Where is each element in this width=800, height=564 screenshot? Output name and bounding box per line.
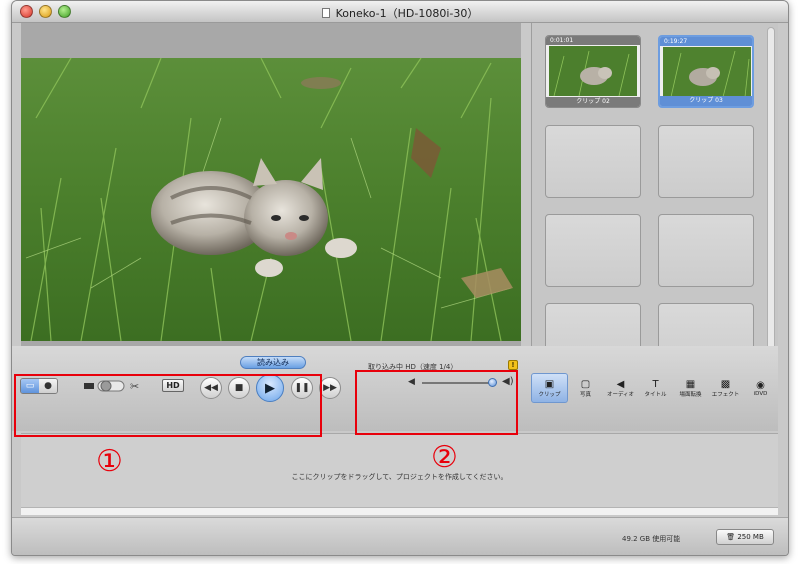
timeline-scrubber[interactable] bbox=[21, 507, 778, 515]
empty-clip-slot[interactable] bbox=[545, 125, 641, 198]
trash-icon: 🗑 bbox=[726, 533, 738, 541]
tab-transitions[interactable]: ▦ 場面転換 bbox=[673, 373, 708, 403]
kitten-video-frame bbox=[21, 58, 521, 341]
annotation-marker-2: ② bbox=[431, 440, 458, 475]
effect-icon: ▩ bbox=[720, 378, 731, 390]
timeline-hint: ここにクリップをドラッグして、プロジェクトを作成してください。 bbox=[291, 473, 508, 481]
trash-button[interactable]: 🗑 250 MB bbox=[716, 529, 774, 545]
tab-idvd[interactable]: ◉ iDVD bbox=[743, 373, 778, 403]
annotation-box-1 bbox=[14, 374, 322, 437]
clip-thumbnail bbox=[663, 47, 751, 97]
clip-timecode: 0:19:27 bbox=[660, 37, 752, 46]
clip-item[interactable]: 0:01:01 クリップ 02 bbox=[545, 35, 641, 108]
title-bar[interactable]: Koneko-1（HD-1080i-30） bbox=[12, 1, 788, 23]
clip-name: クリップ 02 bbox=[546, 97, 640, 107]
video-preview[interactable] bbox=[21, 58, 521, 341]
clip-viewer-timeline[interactable]: ここにクリップをドラッグして、プロジェクトを作成してください。 bbox=[21, 433, 778, 515]
clip-timecode: 0:01:01 bbox=[546, 36, 640, 45]
clip-pane: 0:01:01 クリップ 02 0:19:27 クリップ 03 bbox=[531, 23, 778, 376]
fast-forward-icon[interactable]: ▶▶ bbox=[319, 377, 341, 399]
window-title: Koneko-1（HD-1080i-30） bbox=[12, 5, 788, 21]
video-viewer bbox=[21, 23, 521, 368]
empty-clip-slot[interactable] bbox=[658, 214, 754, 287]
photo-icon: ▢ bbox=[580, 378, 591, 390]
tab-effects[interactable]: ▩ エフェクト bbox=[708, 373, 743, 403]
free-space-label: 49.2 GB 使用可能 bbox=[622, 535, 681, 543]
status-bar: 49.2 GB 使用可能 🗑 250 MB bbox=[12, 517, 788, 555]
tab-clips[interactable]: ▣ クリップ bbox=[531, 373, 568, 403]
imovie-window: Koneko-1（HD-1080i-30） 0:01:01 クリップ 02 0:… bbox=[11, 0, 789, 556]
annotation-box-2 bbox=[355, 370, 518, 435]
clip-thumbnail bbox=[549, 46, 637, 96]
import-button[interactable]: 読み込み bbox=[240, 356, 306, 369]
title-icon: T bbox=[652, 378, 659, 390]
clip-pane-scrollbar[interactable] bbox=[767, 27, 775, 357]
document-icon bbox=[321, 8, 330, 18]
empty-clip-slot[interactable] bbox=[545, 214, 641, 287]
transition-icon: ▦ bbox=[685, 378, 696, 390]
window-title-text: Koneko-1（HD-1080i-30） bbox=[335, 7, 479, 20]
annotation-marker-1: ① bbox=[96, 444, 123, 479]
clip-icon: ▣ bbox=[544, 378, 555, 390]
audio-icon: ◀ bbox=[616, 378, 625, 390]
tab-audio[interactable]: ◀ オーディオ bbox=[603, 373, 638, 403]
clip-item-selected[interactable]: 0:19:27 クリップ 03 bbox=[658, 35, 754, 108]
pane-tab-bar: ▣ クリップ ▢ 写真 ◀ オーディオ T タイトル ▦ 場面転換 ▩ エフェクト ◉ iDV… bbox=[531, 373, 778, 403]
empty-clip-slot[interactable] bbox=[658, 125, 754, 198]
tab-photos[interactable]: ▢ 写真 bbox=[568, 373, 603, 403]
warning-icon: ! bbox=[508, 360, 518, 370]
tab-titles[interactable]: T タイトル bbox=[638, 373, 673, 403]
clip-name: クリップ 03 bbox=[660, 96, 752, 106]
idvd-icon: ◉ bbox=[756, 379, 765, 391]
